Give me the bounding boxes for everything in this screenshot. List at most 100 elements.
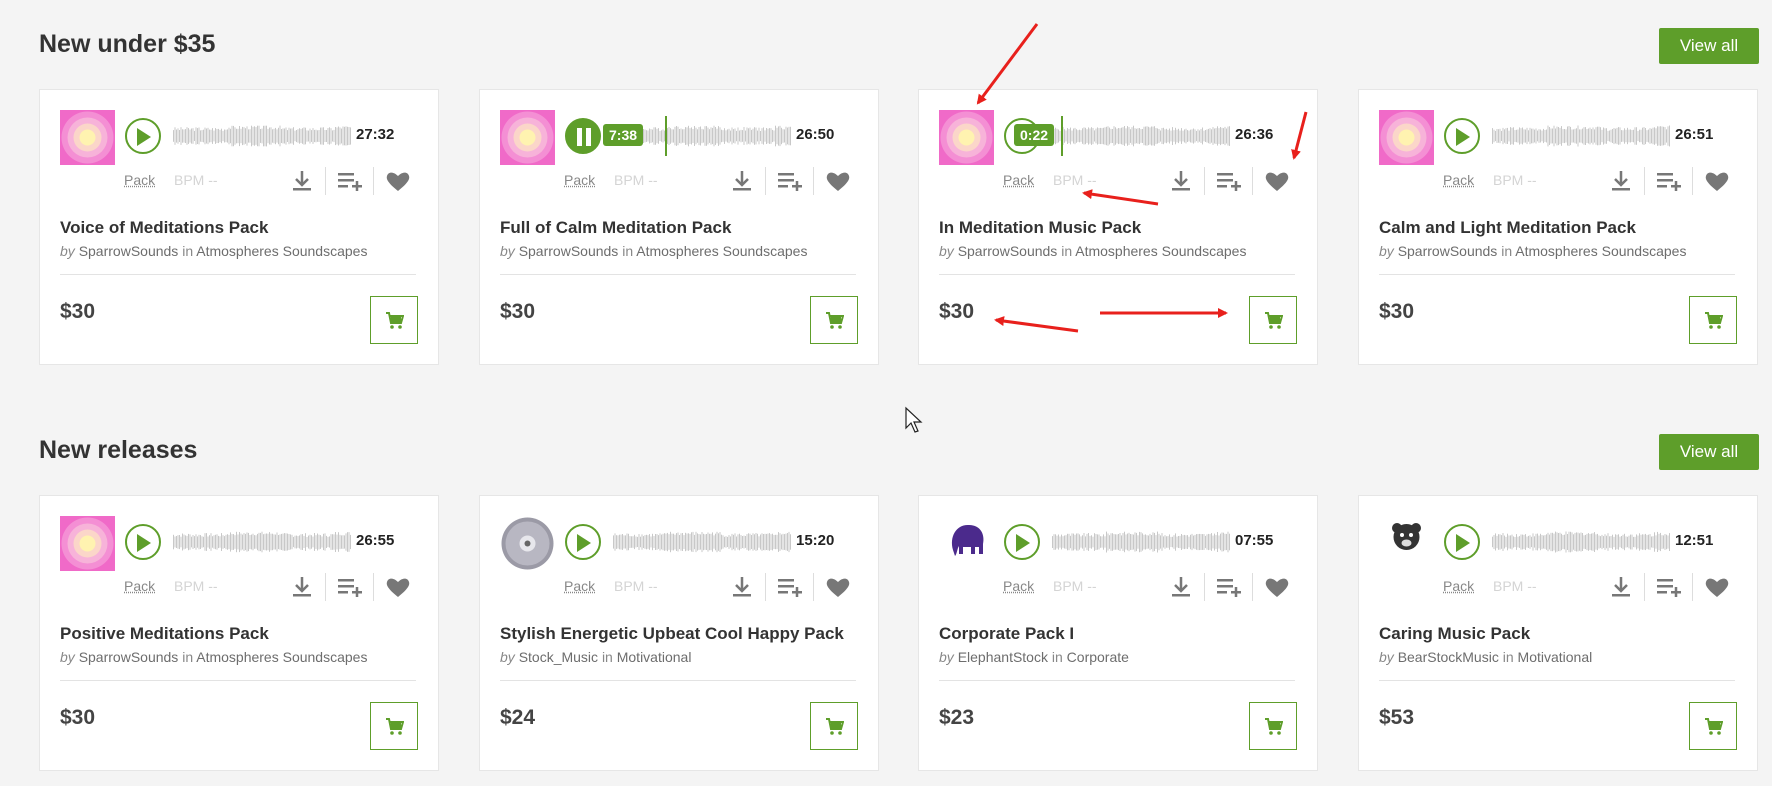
category-link[interactable]: Motivational (617, 649, 692, 665)
view-all-button[interactable]: View all (1659, 434, 1759, 470)
download-button[interactable] (1167, 168, 1195, 194)
play-button[interactable] (125, 524, 161, 560)
separator (765, 573, 766, 601)
author-link[interactable]: Stock_Music (519, 649, 598, 665)
pause-button[interactable] (565, 118, 601, 154)
type-link[interactable]: Pack (124, 578, 155, 594)
add-to-cart-button[interactable] (810, 296, 858, 344)
album-thumbnail[interactable] (1379, 110, 1434, 165)
download-button[interactable] (728, 168, 756, 194)
play-button[interactable] (1444, 524, 1480, 560)
add-to-playlist-button[interactable] (336, 168, 364, 194)
play-button[interactable] (1444, 118, 1480, 154)
type-link[interactable]: Pack (564, 578, 595, 594)
product-title[interactable]: Voice of Meditations Pack (60, 218, 268, 238)
view-all-button[interactable]: View all (1659, 28, 1759, 64)
album-thumbnail[interactable] (939, 110, 994, 165)
add-to-cart-button[interactable] (810, 702, 858, 750)
add-to-playlist-button[interactable] (776, 574, 804, 600)
product-title[interactable]: Stylish Energetic Upbeat Cool Happy Pack (500, 624, 844, 644)
type-link[interactable]: Pack (1443, 578, 1474, 594)
author-link[interactable]: ElephantStock (958, 649, 1048, 665)
product-title[interactable]: In Meditation Music Pack (939, 218, 1141, 238)
product-card: 26:51 Pack BPM -- Calm and Light Meditation… (1358, 89, 1758, 365)
add-to-cart-button[interactable] (1689, 296, 1737, 344)
download-button[interactable] (1167, 574, 1195, 600)
category-link[interactable]: Atmospheres Soundscapes (1075, 243, 1246, 259)
cart-icon (386, 312, 404, 329)
add-to-playlist-button[interactable] (776, 168, 804, 194)
favorite-button[interactable] (384, 574, 412, 600)
add-to-playlist-button[interactable] (336, 574, 364, 600)
type-link[interactable]: Pack (124, 172, 155, 188)
author-link[interactable]: SparrowSounds (1398, 243, 1498, 259)
add-to-cart-button[interactable] (1249, 296, 1297, 344)
category-link[interactable]: Atmospheres Soundscapes (196, 243, 367, 259)
download-button[interactable] (288, 574, 316, 600)
download-button[interactable] (1607, 574, 1635, 600)
waveform-seekbar[interactable] (173, 522, 351, 562)
product-title[interactable]: Caring Music Pack (1379, 624, 1530, 644)
in-label: in (182, 243, 194, 259)
author-link[interactable]: SparrowSounds (519, 243, 619, 259)
category-link[interactable]: Motivational (1518, 649, 1593, 665)
download-icon (293, 577, 311, 597)
separator (1252, 573, 1253, 601)
favorite-button[interactable] (1263, 574, 1291, 600)
add-to-playlist-button[interactable] (1215, 574, 1243, 600)
product-meta: by Stock_Music in Motivational (500, 649, 691, 665)
album-thumbnail[interactable] (500, 110, 555, 165)
favorite-button[interactable] (1703, 574, 1731, 600)
product-title[interactable]: Positive Meditations Pack (60, 624, 269, 644)
download-button[interactable] (288, 168, 316, 194)
category-link[interactable]: Atmospheres Soundscapes (196, 649, 367, 665)
author-link[interactable]: SparrowSounds (79, 649, 179, 665)
waveform-seekbar[interactable] (1052, 522, 1230, 562)
category-link[interactable]: Corporate (1067, 649, 1129, 665)
type-link[interactable]: Pack (1003, 578, 1034, 594)
track-duration: 27:32 (356, 126, 395, 143)
favorite-button[interactable] (1263, 168, 1291, 194)
album-thumbnail[interactable] (500, 516, 555, 571)
product-title[interactable]: Calm and Light Meditation Pack (1379, 218, 1636, 238)
album-thumbnail[interactable] (60, 110, 115, 165)
add-to-cart-button[interactable] (370, 296, 418, 344)
favorite-button[interactable] (1703, 168, 1731, 194)
play-button[interactable] (565, 524, 601, 560)
product-title[interactable]: Corporate Pack I (939, 624, 1074, 644)
favorite-button[interactable] (384, 168, 412, 194)
type-link[interactable]: Pack (1003, 172, 1034, 188)
waveform-seekbar[interactable] (1052, 116, 1230, 156)
play-button[interactable] (1004, 524, 1040, 560)
author-link[interactable]: SparrowSounds (79, 243, 179, 259)
type-link[interactable]: Pack (1443, 172, 1474, 188)
album-thumbnail[interactable] (60, 516, 115, 571)
add-to-playlist-button[interactable] (1655, 168, 1683, 194)
by-label: by (60, 243, 75, 259)
category-link[interactable]: Atmospheres Soundscapes (1515, 243, 1686, 259)
play-button[interactable] (125, 118, 161, 154)
waveform-seekbar[interactable] (1492, 116, 1670, 156)
favorite-button[interactable] (824, 574, 852, 600)
author-link[interactable]: BearStockMusic (1398, 649, 1499, 665)
waveform-seekbar[interactable] (613, 522, 791, 562)
album-thumbnail[interactable] (939, 516, 994, 571)
waveform-seekbar[interactable] (173, 116, 351, 156)
waveform-seekbar[interactable] (1492, 522, 1670, 562)
add-to-cart-button[interactable] (370, 702, 418, 750)
favorite-button[interactable] (824, 168, 852, 194)
product-title[interactable]: Full of Calm Meditation Pack (500, 218, 731, 238)
add-to-playlist-button[interactable] (1655, 574, 1683, 600)
product-price: $30 (1379, 300, 1415, 323)
type-link[interactable]: Pack (564, 172, 595, 188)
category-link[interactable]: Atmospheres Soundscapes (636, 243, 807, 259)
album-thumbnail[interactable] (1379, 516, 1434, 571)
add-to-cart-button[interactable] (1689, 702, 1737, 750)
download-button[interactable] (1607, 168, 1635, 194)
author-link[interactable]: SparrowSounds (958, 243, 1058, 259)
download-button[interactable] (728, 574, 756, 600)
heart-icon (1265, 172, 1289, 191)
by-label: by (939, 243, 954, 259)
add-to-playlist-button[interactable] (1215, 168, 1243, 194)
add-to-cart-button[interactable] (1249, 702, 1297, 750)
